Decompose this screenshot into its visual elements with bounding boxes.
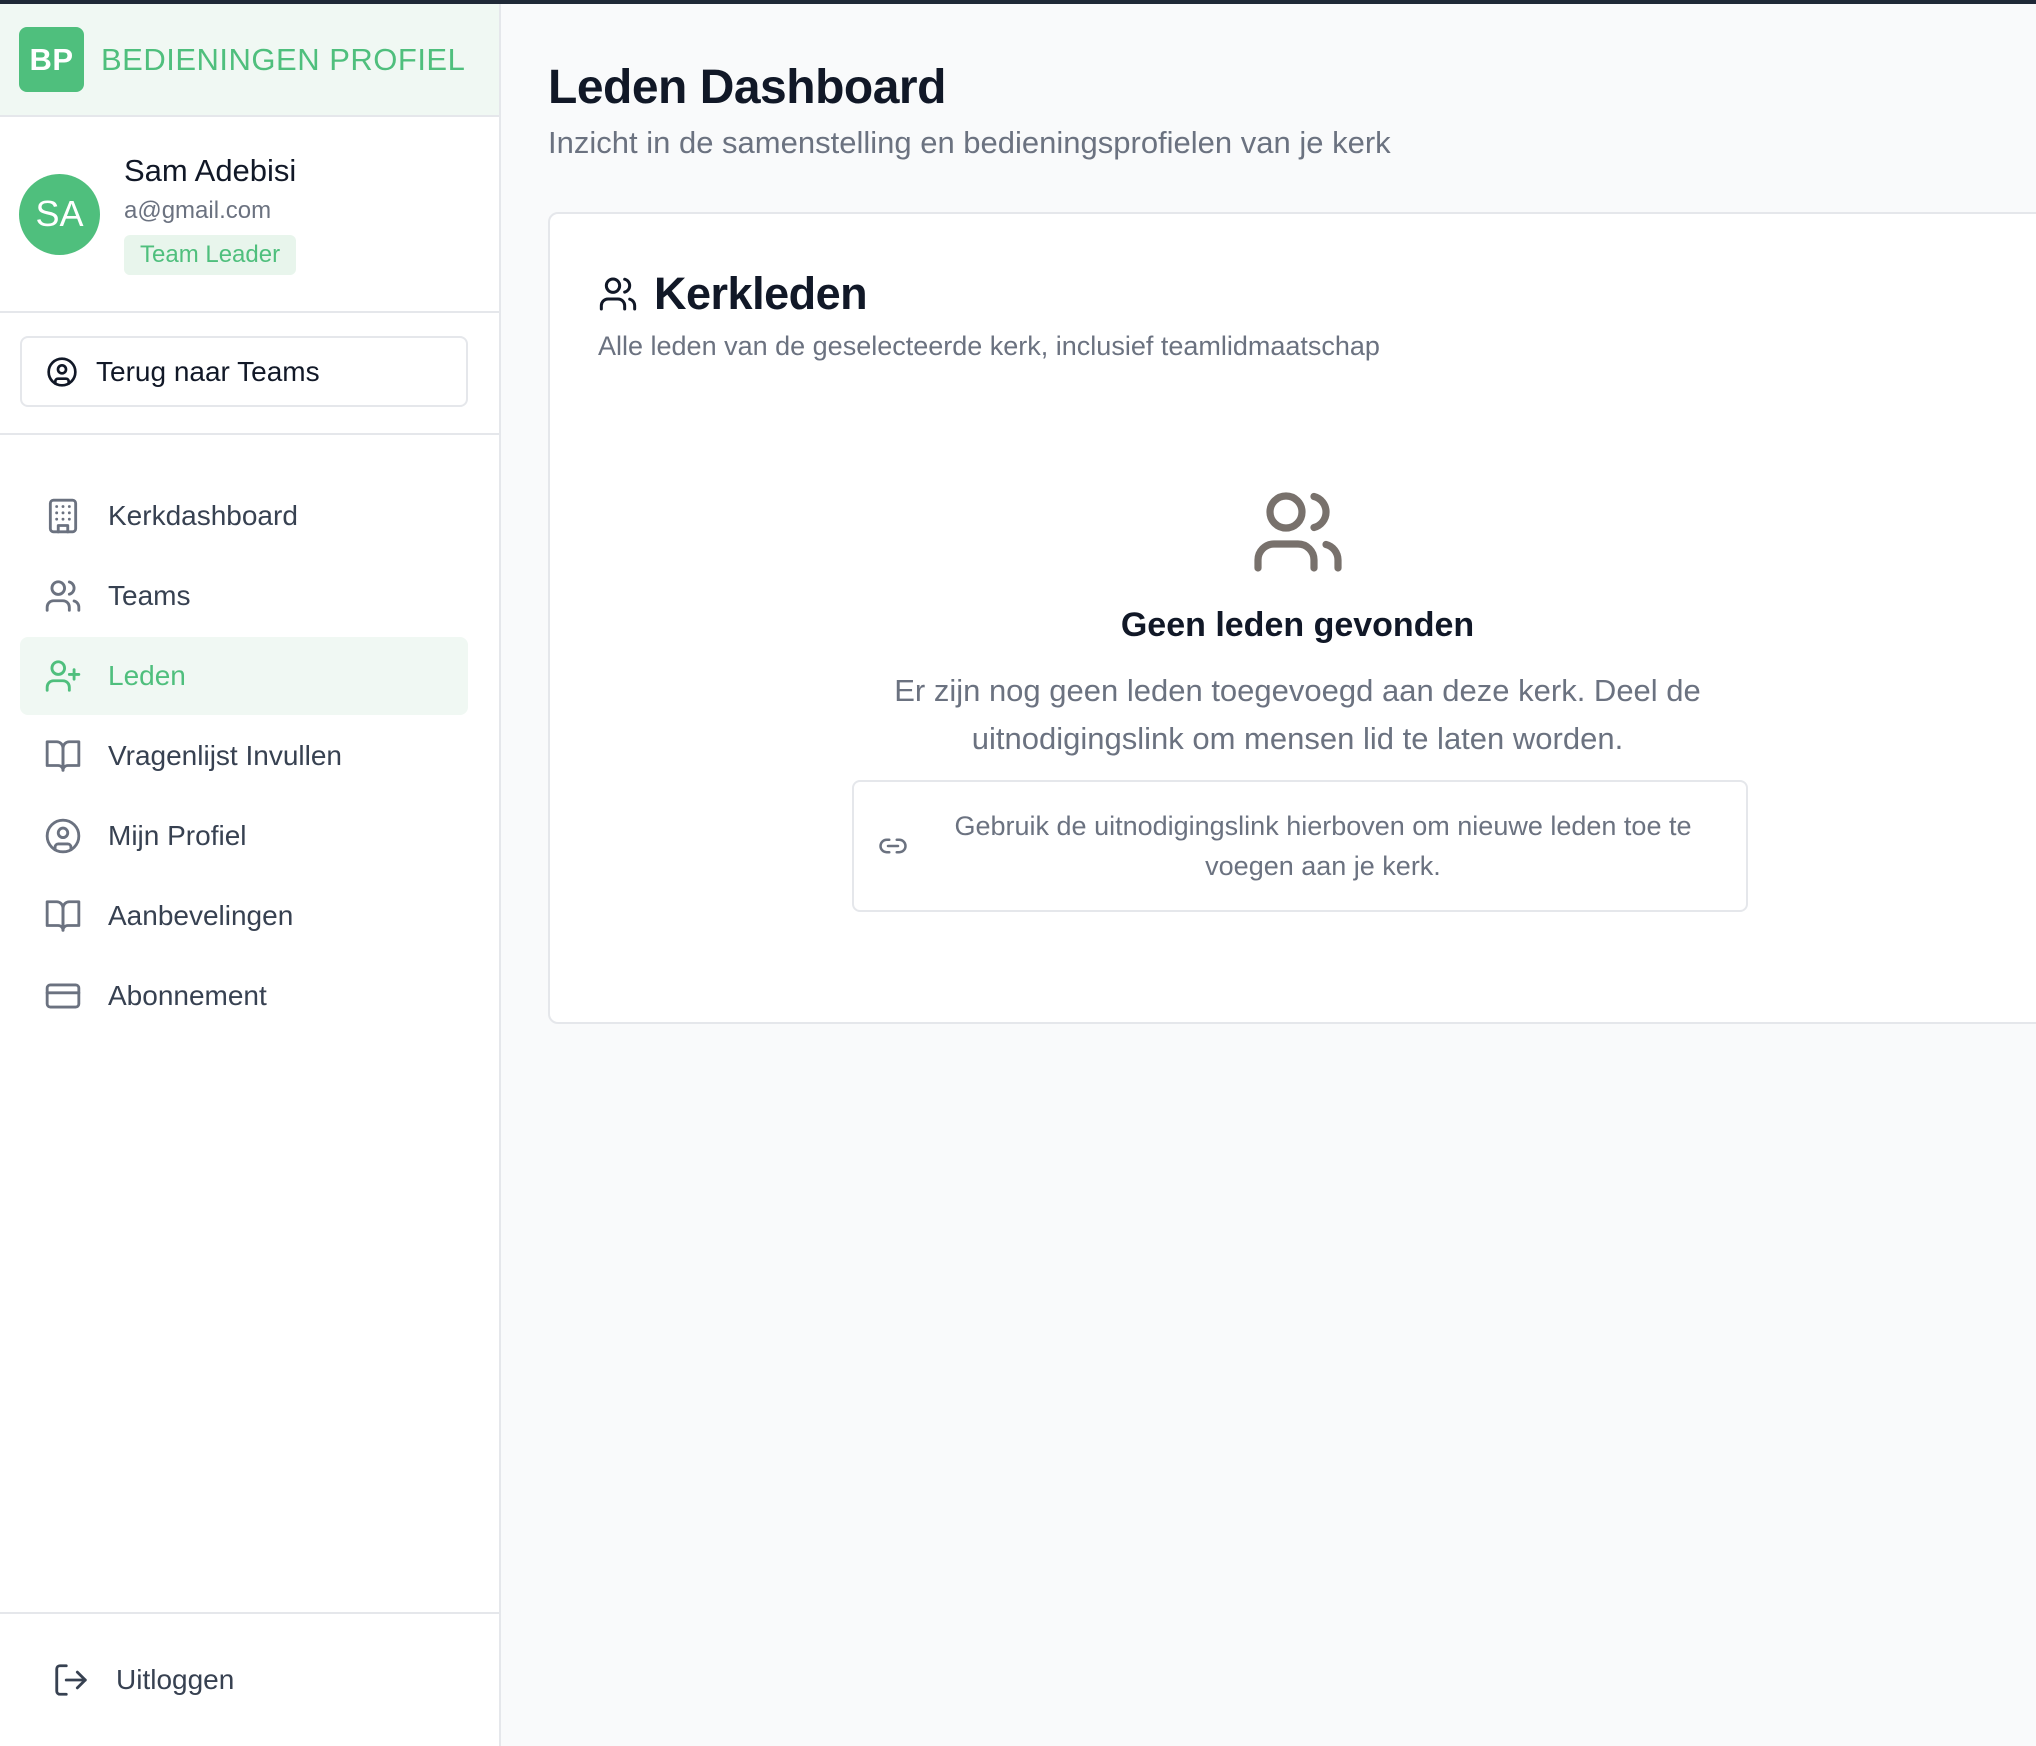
empty-state-text: Er zijn nog geen leden toegevoegd aan de… xyxy=(894,673,1701,756)
app-layout: BP BEDIENINGEN PROFIEL SA Sam Adebisi a@… xyxy=(0,4,2036,1746)
user-circle-icon xyxy=(47,356,77,387)
empty-state: Geen leden gevonden Er zijn nog geen led… xyxy=(550,484,2036,763)
users-icon xyxy=(45,580,81,612)
brand-header[interactable]: BP BEDIENINGEN PROFIEL xyxy=(0,4,499,117)
sidebar-item-leden[interactable]: Leden xyxy=(20,637,468,715)
user-name: Sam Adebisi xyxy=(124,153,297,188)
members-card: Kerkleden Alle leden van de geselecteerd… xyxy=(548,212,2036,1024)
profile-info: Sam Adebisi a@gmail.com Team Leader xyxy=(124,153,296,275)
user-email: a@gmail.com xyxy=(124,197,272,224)
card-header: Kerkleden xyxy=(598,268,868,320)
sidebar-nav: Kerkdashboard Teams Leden Vragenlijst In… xyxy=(0,435,499,1035)
logout-icon xyxy=(55,1664,87,1696)
logout-label: Uitloggen xyxy=(116,1664,235,1695)
card-subtitle: Alle leden van de geselecteerde kerk, in… xyxy=(598,331,1380,361)
user-profile: SA Sam Adebisi a@gmail.com Team Leader xyxy=(0,117,499,313)
brand-name: BEDIENINGEN PROFIEL xyxy=(101,41,466,77)
role-badge: Team Leader xyxy=(124,235,297,275)
page-subtitle: Inzicht in de samenstelling en bediening… xyxy=(548,125,1391,160)
sidebar-item-aanbevelingen[interactable]: Aanbevelingen xyxy=(20,877,468,955)
users-icon xyxy=(599,277,637,311)
link-icon xyxy=(879,838,907,854)
card-title: Kerkleden xyxy=(654,268,868,319)
logout-button[interactable]: Uitloggen xyxy=(52,1661,234,1699)
building-icon xyxy=(48,498,78,534)
sidebar-item-abonnement[interactable]: Abonnement xyxy=(20,957,468,1035)
sidebar-item-label: Aanbevelingen xyxy=(108,900,294,931)
sidebar-item-vragenlijst[interactable]: Vragenlijst Invullen xyxy=(20,717,468,795)
avatar: SA xyxy=(19,173,100,255)
book-open-icon xyxy=(45,900,81,932)
page-title: Leden Dashboard xyxy=(548,61,946,114)
sidebar-item-label: Teams xyxy=(108,580,191,611)
sidebar-item-label: Mijn Profiel xyxy=(108,820,247,851)
sidebar-item-mijn-profiel[interactable]: Mijn Profiel xyxy=(20,797,468,875)
empty-state-title: Geen leden gevonden xyxy=(1120,606,1475,644)
users-icon xyxy=(1253,492,1342,572)
credit-card-icon xyxy=(45,983,81,1009)
sidebar: BP BEDIENINGEN PROFIEL SA Sam Adebisi a@… xyxy=(0,4,501,1746)
logout-section: Uitloggen xyxy=(0,1612,499,1746)
main-content: Leden Dashboard Inzicht in de samenstell… xyxy=(501,4,2036,1746)
back-section: Terug naar Teams xyxy=(0,313,499,435)
sidebar-item-label: Leden xyxy=(108,660,186,691)
back-button-label: Terug naar Teams xyxy=(96,355,320,387)
back-to-teams-button[interactable]: Terug naar Teams xyxy=(20,336,468,407)
sidebar-item-teams[interactable]: Teams xyxy=(20,557,468,635)
invite-hint-text: Gebruik de uitnodigingslink hierboven om… xyxy=(954,811,1692,881)
sidebar-item-kerkdashboard[interactable]: Kerkdashboard xyxy=(20,477,468,555)
invite-hint-box: Gebruik de uitnodigingslink hierboven om… xyxy=(852,780,1748,912)
sidebar-item-label: Vragenlijst Invullen xyxy=(108,740,342,771)
sidebar-item-label: Abonnement xyxy=(108,980,267,1011)
book-open-icon xyxy=(45,740,81,772)
user-plus-icon xyxy=(45,660,81,692)
sidebar-item-label: Kerkdashboard xyxy=(108,500,298,531)
user-circle-icon xyxy=(45,818,81,854)
brand-logo: BP xyxy=(19,27,84,92)
